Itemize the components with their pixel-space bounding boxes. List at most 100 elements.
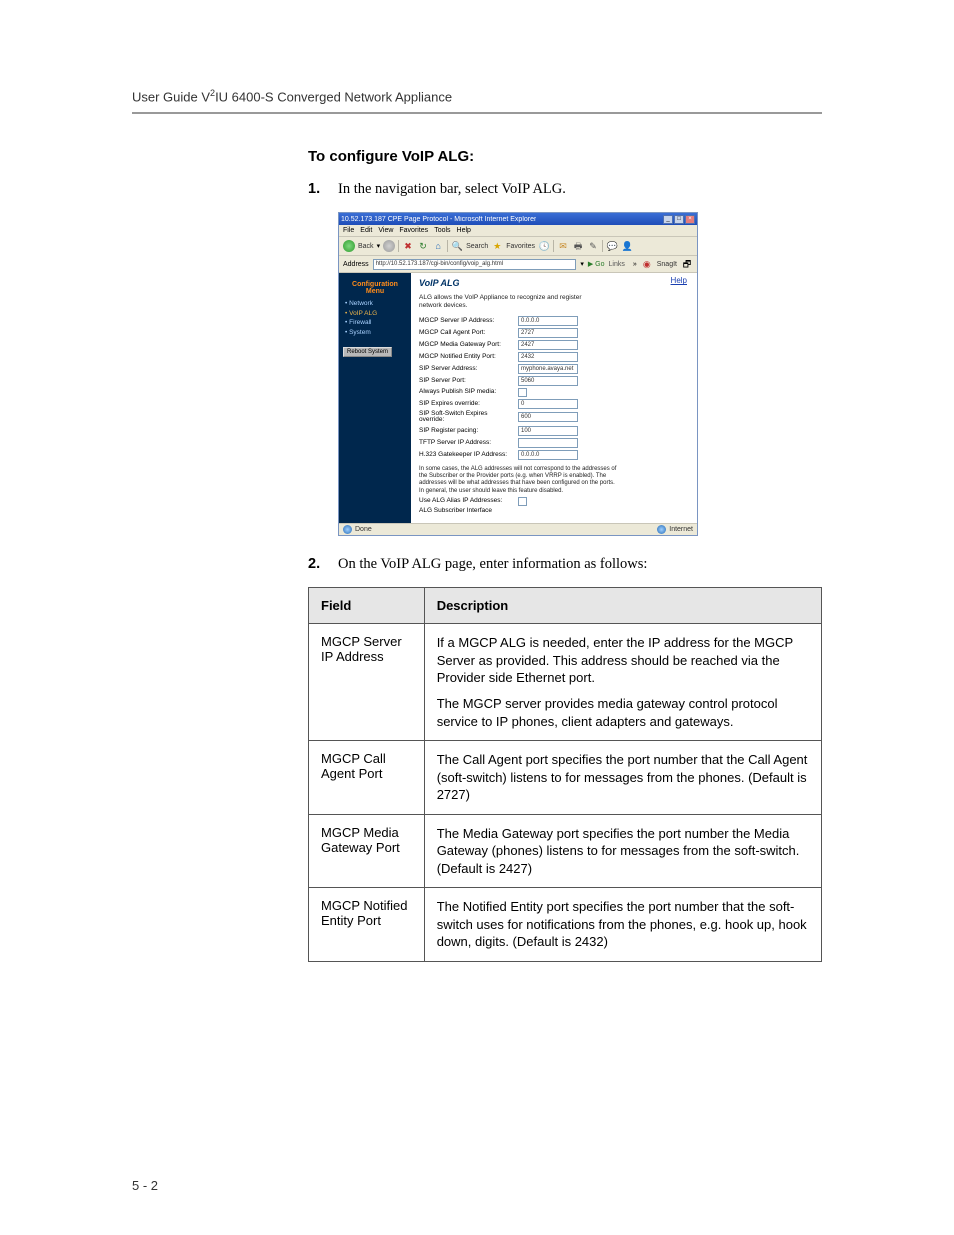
home-icon[interactable]: ⌂ (432, 240, 444, 252)
menu-favorites[interactable]: Favorites (399, 227, 428, 234)
search-icon[interactable]: 🔍 (451, 240, 463, 252)
back-icon[interactable] (343, 240, 355, 252)
messenger-icon[interactable]: 👤 (621, 240, 633, 252)
alias-checkbox[interactable] (518, 497, 527, 506)
history-icon[interactable]: 🕓 (538, 240, 550, 252)
window-title: 10.52.173.187 CPE Page Protocol - Micros… (341, 216, 536, 223)
section-heading: To configure VoIP ALG: (308, 148, 822, 165)
form-input[interactable]: 5060 (518, 376, 578, 386)
step-text: In the navigation bar, select VoIP ALG. (338, 179, 822, 200)
table-row: MGCP Notified Entity PortThe Notified En… (309, 888, 822, 962)
edit-icon[interactable]: ✎ (587, 240, 599, 252)
links-label[interactable]: Links (609, 261, 625, 268)
form-label: TFTP Server IP Address: (419, 440, 514, 447)
form-input[interactable]: 2432 (518, 352, 578, 362)
th-field: Field (309, 588, 425, 624)
form-input[interactable] (518, 438, 578, 448)
form-input[interactable]: 100 (518, 426, 578, 436)
form-label: MGCP Media Gateway Port: (419, 342, 514, 349)
sidebar-item-firewall[interactable]: • Firewall (345, 320, 407, 327)
form-input[interactable]: 2727 (518, 328, 578, 338)
reboot-button[interactable]: Reboot System (343, 347, 392, 357)
favorites-icon[interactable]: ★ (491, 240, 503, 252)
page-number: 5 - 2 (132, 1178, 158, 1193)
form-input[interactable]: 0 (518, 399, 578, 409)
form-row: SIP Server Port:5060 (419, 376, 689, 386)
form-label: SIP Expires override: (419, 401, 514, 408)
address-label: Address (343, 261, 369, 268)
menu-help[interactable]: Help (457, 227, 471, 234)
alias-label: Use ALG Alias IP Addresses: (419, 498, 514, 505)
favorites-label[interactable]: Favorites (506, 243, 535, 250)
table-row: MGCP Call Agent PortThe Call Agent port … (309, 741, 822, 815)
page-header: User Guide V2IU 6400-S Converged Network… (132, 88, 822, 114)
form-label: H.323 Gatekeeper IP Address: (419, 452, 514, 459)
maximize-icon[interactable]: □ (674, 215, 684, 224)
table-row: MGCP Media Gateway PortThe Media Gateway… (309, 814, 822, 888)
close-icon[interactable]: × (685, 215, 695, 224)
window-titlebar: 10.52.173.187 CPE Page Protocol - Micros… (339, 213, 697, 225)
step-1: 1. In the navigation bar, select VoIP AL… (308, 179, 822, 200)
form-row: TFTP Server IP Address: (419, 438, 689, 448)
step-2: 2. On the VoIP ALG page, enter informati… (308, 554, 822, 575)
form-input[interactable]: myphone.avaya.net (518, 364, 578, 374)
cell-description: The Media Gateway port specifies the por… (424, 814, 821, 888)
form-row: Always Publish SIP media: (419, 388, 689, 397)
status-done: Done (355, 526, 372, 533)
zone-globe-icon (657, 525, 666, 534)
refresh-icon[interactable]: ↻ (417, 240, 429, 252)
form-checkbox[interactable] (518, 388, 527, 397)
forward-icon[interactable] (383, 240, 395, 252)
form-row: MGCP Media Gateway Port: 2427 (419, 340, 689, 350)
alg-note: In some cases, the ALG addresses will no… (419, 466, 619, 495)
search-label[interactable]: Search (466, 243, 488, 250)
step-text: On the VoIP ALG page, enter information … (338, 554, 822, 575)
menu-view[interactable]: View (378, 227, 393, 234)
form-row: H.323 Gatekeeper IP Address: 0.0.0.0 (419, 450, 689, 460)
snagit-toggle-icon[interactable]: 🗗 (681, 258, 693, 270)
menu-edit[interactable]: Edit (360, 227, 372, 234)
table-row: MGCP Server IP AddressIf a MGCP ALG is n… (309, 624, 822, 741)
form-label: SIP Server Address: (419, 366, 514, 373)
toolbar: Back ▾ ✖ ↻ ⌂ 🔍 Search ★ Favorites 🕓 ✉ 🖶 … (339, 237, 697, 256)
main-panel: Help VoIP ALG ALG allows the VoIP Applia… (411, 273, 697, 523)
help-link[interactable]: Help (671, 277, 687, 285)
mail-icon[interactable]: ✉ (557, 240, 569, 252)
form-row: MGCP Notified Entity Port:2432 (419, 352, 689, 362)
menubar: File Edit View Favorites Tools Help (339, 225, 697, 237)
cell-field: MGCP Notified Entity Port (309, 888, 425, 962)
sidebar-item-system[interactable]: • System (345, 330, 407, 337)
cell-description: The Notified Entity port specifies the p… (424, 888, 821, 962)
embedded-screenshot: 10.52.173.187 CPE Page Protocol - Micros… (338, 212, 698, 536)
cell-field: MGCP Media Gateway Port (309, 814, 425, 888)
sidebar-heading: Configuration Menu (343, 281, 407, 295)
print-icon[interactable]: 🖶 (572, 240, 584, 252)
sidebar-item-voip-alg[interactable]: • VoIP ALG (345, 311, 407, 318)
form-input[interactable]: 0.0.0.0 (518, 316, 578, 326)
form-row: MGCP Server IP Address:0.0.0.0 (419, 316, 689, 326)
minimize-icon[interactable]: _ (663, 215, 673, 224)
snagit-icon[interactable]: ◉ (641, 258, 653, 270)
back-label[interactable]: Back (358, 243, 374, 250)
snagit-label[interactable]: SnagIt (657, 261, 677, 268)
discuss-icon[interactable]: 💬 (606, 240, 618, 252)
menu-tools[interactable]: Tools (434, 227, 450, 234)
stop-icon[interactable]: ✖ (402, 240, 414, 252)
sub-iface-label: ALG Subscriber Interface (419, 508, 514, 515)
cell-description: If a MGCP ALG is needed, enter the IP ad… (424, 624, 821, 741)
form-row: MGCP Call Agent Port: 2727 (419, 328, 689, 338)
field-description-table: Field Description MGCP Server IP Address… (308, 587, 822, 962)
status-zone: Internet (669, 526, 693, 533)
form-label: SIP Soft-Switch Expires override: (419, 411, 514, 424)
form-row: SIP Server Address: myphone.avaya.net (419, 364, 689, 374)
go-button[interactable]: ▶ Go (588, 261, 605, 268)
form-input[interactable]: 2427 (518, 340, 578, 350)
address-input[interactable]: http://10.52.173.187/cgi-bin/config/voip… (373, 259, 577, 270)
status-bar: Done Internet (339, 523, 697, 535)
th-description: Description (424, 588, 821, 624)
form-label: MGCP Call Agent Port: (419, 330, 514, 337)
sidebar-item-network[interactable]: • Network (345, 301, 407, 308)
form-input[interactable]: 0.0.0.0 (518, 450, 578, 460)
form-input[interactable]: 600 (518, 412, 578, 422)
menu-file[interactable]: File (343, 227, 354, 234)
